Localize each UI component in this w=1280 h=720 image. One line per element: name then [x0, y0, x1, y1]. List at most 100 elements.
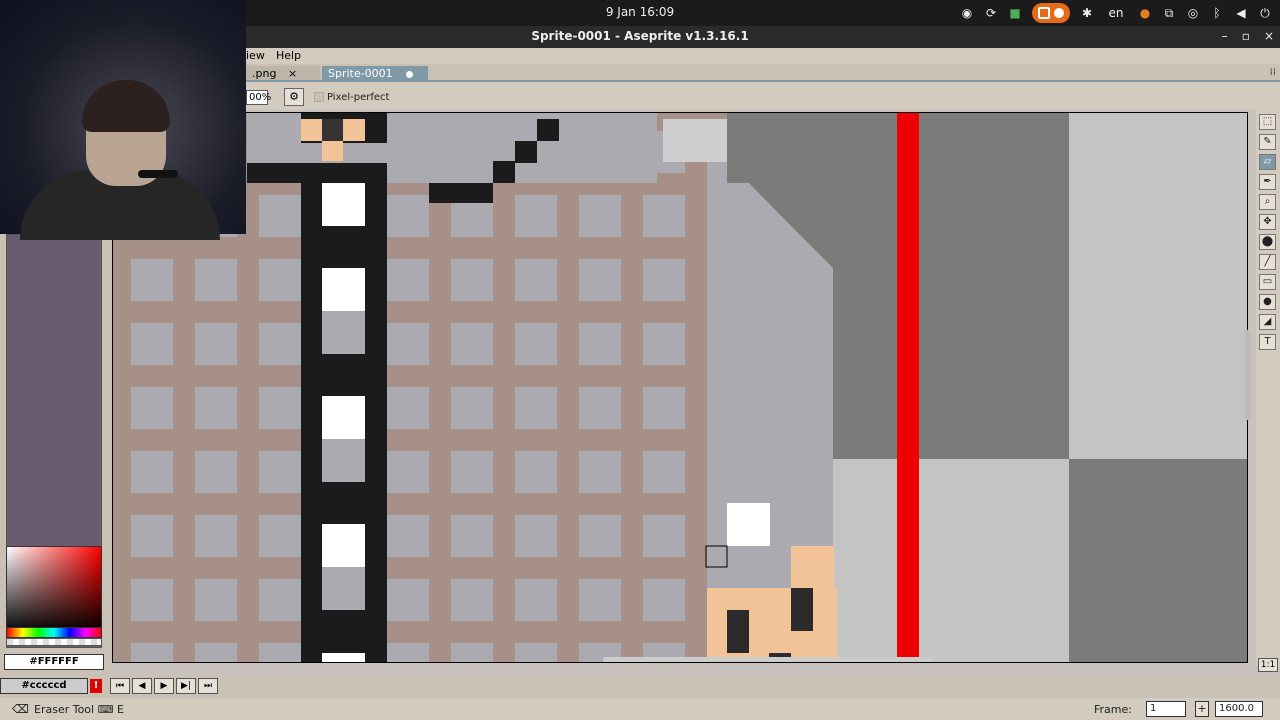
- white-pixel: [322, 396, 365, 439]
- dark-gray-block: [1069, 459, 1247, 662]
- eyedropper-icon[interactable]: ✒: [1259, 174, 1276, 190]
- refresh-icon[interactable]: ⟳: [984, 6, 998, 20]
- frame-input[interactable]: 1: [1146, 701, 1186, 717]
- tool-bar: ⬚ ✎ ▱ ✒ ⌕ ✥ ⬤ ╱ ▭ ● ◢ T: [1256, 110, 1280, 666]
- diag-dark: [429, 183, 493, 203]
- maximize-button[interactable]: ▫: [1242, 29, 1250, 43]
- volume-icon[interactable]: ◀: [1234, 6, 1248, 20]
- white-pixel: [727, 503, 770, 546]
- first-frame-button[interactable]: ⏮: [110, 678, 130, 694]
- one-to-one-button[interactable]: 1:1: [1258, 658, 1278, 672]
- accessibility-icon[interactable]: ✱: [1080, 6, 1094, 20]
- tab-close-icon[interactable]: ×: [288, 67, 297, 80]
- zoom-icon[interactable]: ⌕: [1259, 194, 1276, 210]
- timeline-bar: #cccccd ! ⏮ ◀ ▶ ▶| ⏭: [0, 676, 1280, 696]
- rectangle-icon[interactable]: ▭: [1259, 274, 1276, 290]
- sprite-canvas[interactable]: [112, 112, 1248, 663]
- gray-pixel: [322, 311, 365, 354]
- power-icon[interactable]: ⏻: [1258, 6, 1272, 20]
- person-hair: [82, 80, 170, 132]
- window-controls: – ▫ ×: [1222, 29, 1274, 43]
- tab-menu-icon[interactable]: ⁞⁞: [1270, 67, 1276, 78]
- pixel-perfect-checkbox[interactable]: [314, 92, 324, 102]
- warning-icon[interactable]: !: [90, 679, 102, 693]
- previous-frame-button[interactable]: ◀: [132, 678, 152, 694]
- system-tray: ◉ ⟳ ■ ✱ en ● ⧉ ◎ ᛒ ◀ ⏻: [960, 3, 1272, 23]
- light-gray-block: [919, 459, 1069, 662]
- light-gray-block: [1069, 113, 1247, 459]
- headset-mic: [138, 170, 178, 178]
- minimize-button[interactable]: –: [1222, 29, 1228, 43]
- language-indicator[interactable]: en: [1104, 6, 1128, 20]
- spray-icon[interactable]: ◢: [1259, 314, 1276, 330]
- tab-label: Sprite-0001: [328, 67, 393, 80]
- text-icon[interactable]: T: [1259, 334, 1276, 350]
- eraser-options-button[interactable]: ⚙: [284, 88, 304, 106]
- tab-label: .png: [252, 67, 277, 80]
- fill-icon[interactable]: ⬤: [1259, 234, 1276, 250]
- vertical-scrollbar[interactable]: [1245, 330, 1250, 420]
- skin-pixel: [791, 546, 834, 588]
- frame-label: Frame:: [1094, 703, 1132, 716]
- diag-dark: [515, 141, 537, 163]
- screencast-icon: [1038, 7, 1050, 19]
- blur-icon[interactable]: ●: [1259, 294, 1276, 310]
- menu-view[interactable]: iew: [246, 49, 265, 62]
- shortcut-key: E: [117, 703, 124, 716]
- next-frame-button[interactable]: ▶|: [176, 678, 196, 694]
- gray-pixel: [322, 439, 365, 482]
- diag-dark: [537, 119, 559, 141]
- close-button[interactable]: ×: [1264, 29, 1274, 43]
- screenshot-icon[interactable]: ◉: [960, 6, 974, 20]
- foreground-color-button[interactable]: #FFFFFF: [4, 654, 104, 670]
- gray-pixel: [322, 567, 365, 610]
- alpha-slider[interactable]: [6, 638, 102, 646]
- red-stripe: [897, 113, 919, 662]
- horizontal-scrollbar[interactable]: [603, 657, 933, 662]
- diag-dark: [493, 161, 515, 183]
- network-icon[interactable]: ⧉: [1162, 6, 1176, 20]
- eye-pixel: [727, 610, 749, 653]
- eraser-icon[interactable]: ▱: [1259, 154, 1276, 170]
- hue-slider[interactable]: [6, 627, 102, 638]
- eraser-status-icon: ⌫: [12, 702, 29, 716]
- webcam-overlay: [0, 0, 246, 240]
- light-gray-block: [833, 459, 897, 662]
- zoom-percent-field[interactable]: 00%: [246, 90, 271, 105]
- pencil-icon[interactable]: ✎: [1259, 134, 1276, 150]
- color-saturation-picker[interactable]: [6, 546, 102, 634]
- status-tool-text: Eraser Tool ⌨ E: [34, 703, 124, 716]
- canvas-pixels: [113, 113, 1247, 662]
- modified-indicator-icon: [406, 70, 414, 78]
- line-icon[interactable]: ╱: [1259, 254, 1276, 270]
- move-icon[interactable]: ✥: [1259, 214, 1276, 230]
- white-pixel: [322, 653, 365, 662]
- location-icon[interactable]: ◎: [1186, 6, 1200, 20]
- dark-gray-block: [919, 113, 1069, 459]
- bluetooth-icon[interactable]: ᛒ: [1210, 6, 1224, 20]
- white-pixel: [322, 268, 365, 311]
- pixel-perfect-label: Pixel-perfect: [327, 92, 390, 103]
- status-bar: ⌫ Eraser Tool ⌨ E Frame: 1 + 1600.0: [0, 698, 1280, 720]
- white-pixel: [322, 183, 365, 226]
- marquee-icon[interactable]: ⬚: [1259, 114, 1276, 130]
- lock-icon[interactable]: ■: [1008, 6, 1022, 20]
- last-frame-button[interactable]: ⏭: [198, 678, 218, 694]
- skin-block: [707, 588, 837, 662]
- record-icon: [1054, 8, 1064, 18]
- screen: 9 Jan 16:09 ◉ ⟳ ■ ✱ en ● ⧉ ◎ ᛒ ◀ ⏻ Sprit…: [0, 0, 1280, 720]
- screencast-indicator[interactable]: [1032, 3, 1070, 23]
- status-tool-name: Eraser Tool: [34, 703, 95, 716]
- eye-pixel: [791, 588, 813, 631]
- play-button[interactable]: ▶: [154, 678, 174, 694]
- white-pixel: [322, 524, 365, 567]
- shortcut-icon: ⌨: [97, 703, 114, 716]
- menu-help[interactable]: Help: [276, 49, 301, 62]
- zoom-input[interactable]: 1600.0: [1215, 701, 1263, 717]
- skin-pixel: [322, 141, 343, 161]
- light-pixel: [663, 119, 727, 162]
- background-color-button[interactable]: #cccccd: [0, 678, 88, 694]
- dark-pixel: [322, 119, 343, 141]
- add-frame-button[interactable]: +: [1195, 701, 1209, 717]
- microphone-icon[interactable]: ●: [1138, 6, 1152, 20]
